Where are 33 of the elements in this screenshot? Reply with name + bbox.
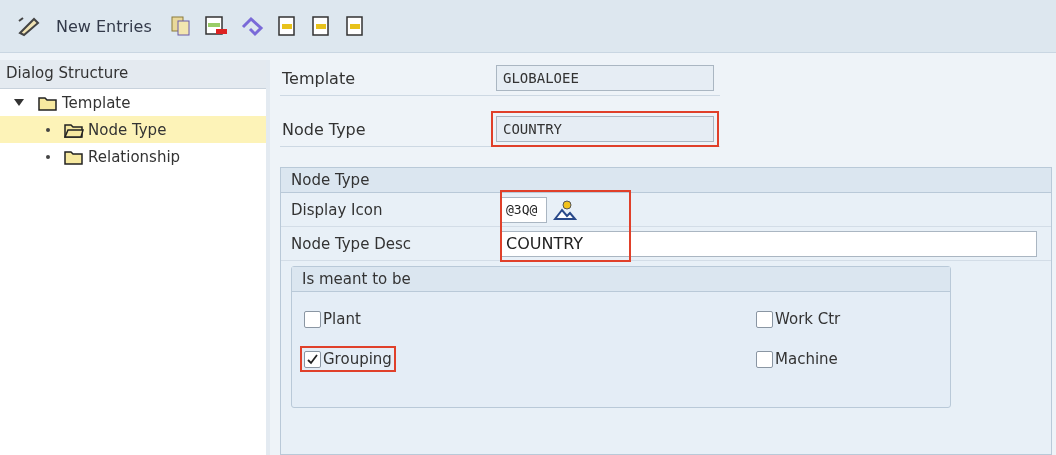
- checkbox[interactable]: [304, 310, 321, 328]
- tree-item[interactable]: Node Type: [0, 116, 266, 143]
- checkbox[interactable]: [304, 350, 321, 368]
- tree-item[interactable]: Relationship: [0, 143, 266, 170]
- bullet-icon: [46, 127, 50, 132]
- icon-code-field[interactable]: @3Q@: [501, 196, 547, 223]
- field-label: Node Type: [281, 119, 367, 139]
- delete-icon[interactable]: [203, 15, 228, 37]
- landscape-icon: [553, 198, 577, 221]
- field-label: Display Icon: [291, 200, 384, 219]
- readonly-field[interactable]: GLOBALOEE: [496, 65, 714, 91]
- folder-icon: [38, 94, 58, 111]
- description-field[interactable]: COUNTRY: [501, 230, 1037, 257]
- field-label: Node Type Desc: [291, 234, 412, 253]
- bullet-icon: [46, 154, 50, 159]
- tree-label: Node Type: [88, 120, 167, 139]
- group-title: Is meant to be: [292, 267, 950, 292]
- section-title: Node Type: [281, 168, 1051, 193]
- readonly-field[interactable]: COUNTRY: [496, 116, 714, 142]
- tree-label: Template: [62, 93, 131, 112]
- checkbox-option[interactable]: Grouping: [300, 346, 396, 372]
- checkbox-option[interactable]: Work Ctr: [752, 306, 845, 332]
- tree-label: Relationship: [88, 147, 181, 166]
- checkbox-option[interactable]: Plant: [300, 306, 365, 332]
- new-entries-button[interactable]: New Entries: [16, 15, 152, 37]
- checkbox-option[interactable]: Machine: [752, 346, 842, 372]
- field-label: Template: [281, 68, 356, 88]
- pencil-icon: [16, 15, 42, 37]
- checkbox[interactable]: [756, 310, 773, 328]
- tree-item[interactable]: Template: [0, 89, 266, 116]
- panel-title: Dialog Structure: [0, 60, 266, 89]
- expand-triangle-icon[interactable]: [14, 98, 24, 107]
- checkbox[interactable]: [756, 350, 773, 368]
